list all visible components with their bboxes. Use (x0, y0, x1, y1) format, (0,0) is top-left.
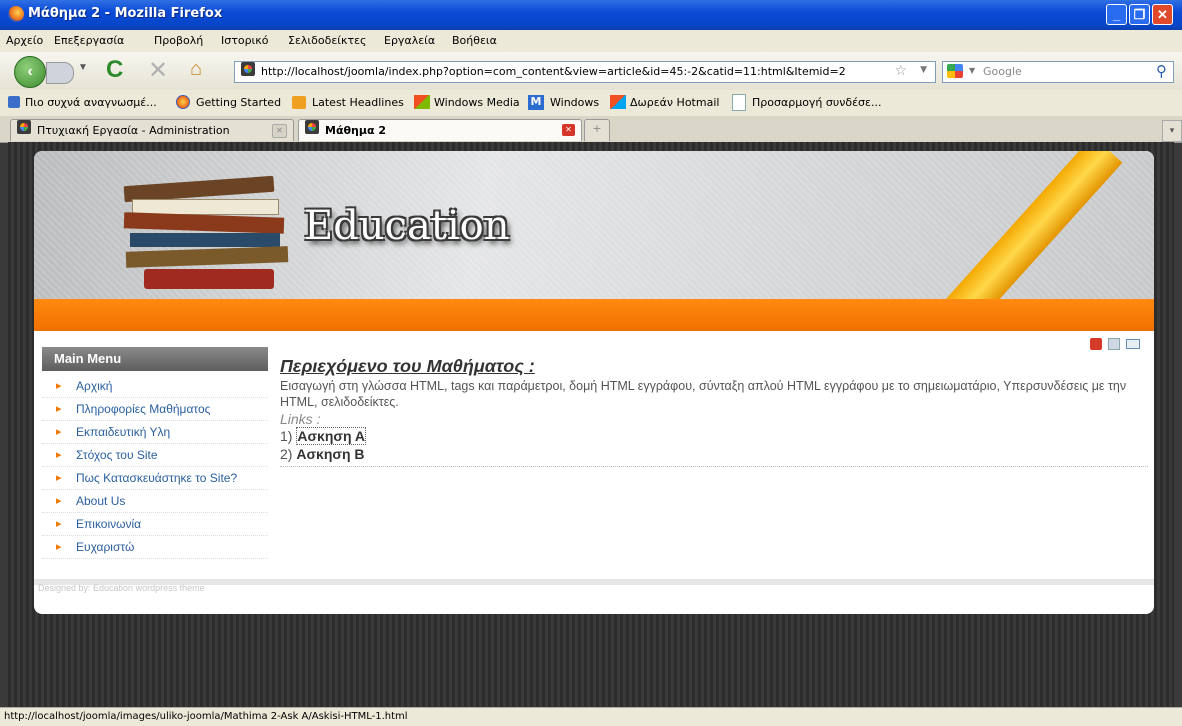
site-favicon (241, 62, 255, 76)
tab-mathima-2[interactable]: Μάθημα 2 ✕ (298, 119, 582, 141)
article-divider (280, 466, 1148, 467)
new-tab-button[interactable]: + (584, 119, 610, 141)
search-placeholder: Google (983, 65, 1022, 78)
bookmarks-toolbar: Πιο συχνά αναγνωσμέ... Getting Started L… (0, 90, 1182, 116)
page-icon (732, 94, 746, 111)
windows-live-icon: M (528, 95, 544, 110)
menu-edit[interactable]: Επεξεργασία (54, 34, 124, 47)
bookmark-hotmail[interactable]: Δωρεάν Hotmail (630, 96, 719, 109)
menubar: Αρχείο Επεξεργασία Προβολή Ιστορικό Σελι… (0, 30, 1182, 52)
link-askisi-b[interactable]: Ασκηση Β (296, 446, 364, 462)
firefox-icon (8, 6, 24, 22)
main-menu: Main Menu Αρχική Πληροφορίες Μαθήματος Ε… (42, 347, 268, 559)
list-all-tabs-button[interactable]: ▾ (1162, 120, 1182, 142)
link-askisi-a[interactable]: Ασκηση Α (296, 427, 366, 445)
bookmark-windows-media[interactable]: Windows Media (434, 96, 520, 109)
menu-tools[interactable]: Εργαλεία (384, 34, 435, 47)
article: Περιεχόμενο του Μαθήματος : Εισαγωγή στη… (280, 356, 1148, 467)
article-title: Περιεχόμενο του Μαθήματος : (280, 356, 535, 376)
minimize-icon[interactable]: _ (1106, 4, 1127, 25)
orange-nav-bar (34, 299, 1154, 331)
sidebar-item-site-goal[interactable]: Στόχος του Site (42, 444, 268, 467)
link-row-2: 2) Ασκηση Β (280, 445, 1148, 463)
sidebar-item-thanks[interactable]: Ευχαριστώ (42, 536, 268, 559)
link-number: 1) (280, 428, 293, 444)
email-icon[interactable] (1126, 339, 1140, 349)
menu-file[interactable]: Αρχείο (6, 34, 43, 47)
menu-bookmarks[interactable]: Σελιδοδείκτες (288, 34, 367, 47)
pdf-icon[interactable] (1090, 338, 1102, 350)
bookmark-customize-links[interactable]: Προσαρμογή συνδέσε... (752, 96, 881, 109)
tab-administration[interactable]: Πτυχιακή Εργασία - Administration ✕ (10, 119, 294, 141)
rss-icon (292, 96, 306, 109)
bookmark-getting-started[interactable]: Getting Started (196, 96, 281, 109)
sidebar-item-about-us[interactable]: About Us (42, 490, 268, 513)
firefox-icon (176, 95, 190, 109)
tab-bar: Πτυχιακή Εργασία - Administration ✕ Μάθη… (0, 116, 1182, 143)
search-engine-dropdown-icon[interactable]: ▼ (969, 66, 975, 75)
article-body: Εισαγωγή στη γλώσσα HTML, tags και παράμ… (280, 379, 1127, 409)
site-container: Education Main Menu Αρχική Πληροφορίες Μ… (34, 151, 1154, 614)
sidebar-item-course-info[interactable]: Πληροφορίες Μαθήματος (42, 398, 268, 421)
bookmark-windows[interactable]: Windows (550, 96, 599, 109)
windows-media-icon (414, 95, 430, 109)
stop-icon[interactable]: ✕ (148, 56, 168, 85)
bookmark-icon (8, 96, 20, 108)
site-header: Education (34, 151, 1154, 327)
joomla-icon (17, 120, 31, 134)
address-bar[interactable]: http://localhost/joomla/index.php?option… (234, 61, 936, 83)
google-icon[interactable] (947, 64, 963, 78)
bookmark-star-icon[interactable]: ☆ (894, 63, 907, 79)
forward-button[interactable] (46, 62, 74, 84)
main-menu-title: Main Menu (42, 347, 268, 371)
sidebar-item-home[interactable]: Αρχική (42, 375, 268, 398)
site-logo-text: Education (304, 203, 510, 249)
menu-view[interactable]: Προβολή (154, 34, 203, 47)
window-titlebar[interactable]: Μάθημα 2 - Mozilla Firefox _ ❐ ✕ (0, 0, 1182, 30)
url-dropdown-icon[interactable]: ▼ (920, 65, 927, 75)
close-icon[interactable]: ✕ (1152, 4, 1173, 25)
maximize-icon[interactable]: ❐ (1129, 4, 1150, 25)
menu-history[interactable]: Ιστορικό (221, 34, 269, 47)
sidebar-item-how-built[interactable]: Πως Κατασκευάστηκε το Site? (42, 467, 268, 490)
back-button[interactable]: ‹ (14, 56, 46, 88)
search-box[interactable]: ▼ Google ⚲ (942, 61, 1174, 83)
status-bar: http://localhost/joomla/images/uliko-joo… (0, 707, 1182, 726)
print-icon[interactable] (1108, 338, 1120, 350)
footer-credit: Designed by: Education wordpress theme (38, 583, 205, 593)
link-row-1: 1) Ασκηση Α (280, 427, 1148, 445)
url-text: http://localhost/joomla/index.php?option… (261, 65, 846, 78)
tab-label: Πτυχιακή Εργασία - Administration (37, 124, 230, 137)
tab-close-icon[interactable]: ✕ (562, 124, 575, 136)
sidebar-item-material[interactable]: Εκπαιδευτική Υλη (42, 421, 268, 444)
links-label: Links : (280, 411, 321, 427)
sidebar-item-contact[interactable]: Επικοινωνία (42, 513, 268, 536)
bookmark-latest-headlines[interactable]: Latest Headlines (312, 96, 404, 109)
history-dropdown-icon[interactable]: ▼ (78, 62, 88, 73)
menu-help[interactable]: Βοήθεια (452, 34, 497, 47)
joomla-icon (305, 120, 319, 134)
window-title: Μάθημα 2 - Mozilla Firefox (28, 6, 223, 21)
reload-icon[interactable]: C (106, 56, 123, 84)
bookmark-most-visited[interactable]: Πιο συχνά αναγνωσμέ... (25, 96, 157, 109)
link-number: 2) (280, 446, 293, 462)
hotmail-icon (610, 95, 626, 109)
status-text: http://localhost/joomla/images/uliko-joo… (4, 711, 408, 722)
search-icon[interactable]: ⚲ (1156, 62, 1167, 80)
tab-label: Μάθημα 2 (325, 124, 387, 137)
tab-close-icon[interactable]: ✕ (272, 124, 287, 138)
home-icon[interactable]: ⌂ (190, 58, 202, 81)
